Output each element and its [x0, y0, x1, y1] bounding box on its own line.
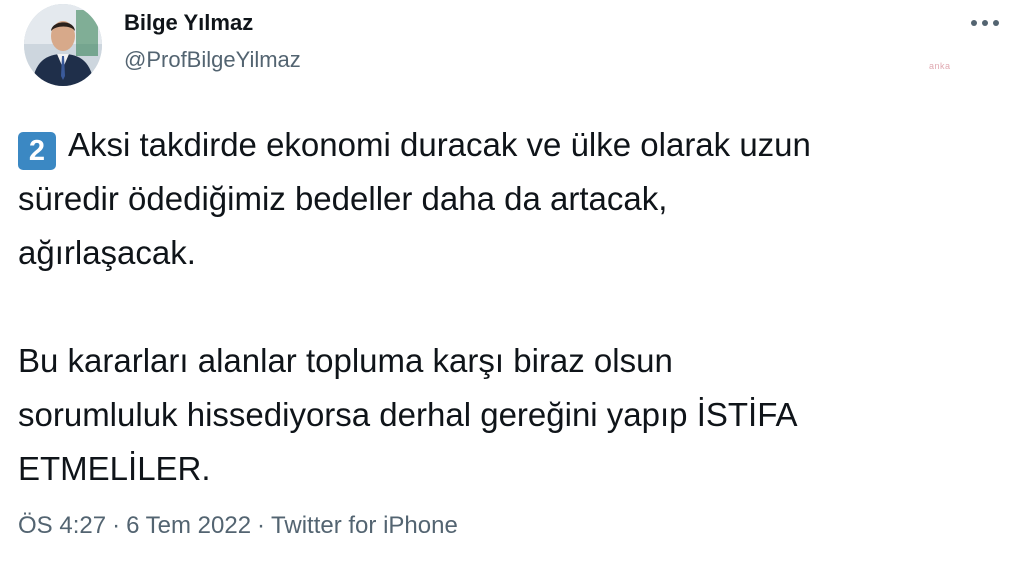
tweet-paragraph: 2 Aksi takdirde ekonomi duracak ve ülke o… — [18, 118, 1008, 280]
more-horizontal-icon-dot — [982, 20, 988, 26]
tweet-card: Bilge Yılmaz @ProfBilgeYilmaz anka 2 Aksi… — [0, 0, 1024, 576]
author-handle[interactable]: @ProfBilgeYilmaz — [124, 47, 301, 73]
tweet-text: 2 Aksi takdirde ekonomi duracak ve ülke o… — [18, 118, 1008, 496]
more-horizontal-icon — [971, 20, 977, 26]
tweet-source[interactable]: Twitter for iPhone — [271, 512, 458, 539]
tweet-paragraph: Bu kararları alanlar topluma karşı biraz… — [18, 334, 1008, 496]
meta-separator: · — [112, 512, 121, 539]
tweet-line-text: Aksi takdirde ekonomi duracak ve ülke ol… — [68, 126, 811, 163]
avatar[interactable] — [24, 4, 102, 86]
meta-separator: · — [257, 512, 266, 539]
tweet-time[interactable]: ÖS 4:27 — [18, 512, 106, 539]
watermark: anka — [929, 61, 951, 71]
more-options-button[interactable] — [962, 8, 1008, 38]
more-horizontal-icon-dot — [993, 20, 999, 26]
tweet-line: süredir ödediğimiz bedeller daha da arta… — [18, 180, 668, 217]
tweet-line: Bu kararları alanlar topluma karşı biraz… — [18, 342, 673, 379]
keycap-two-emoji-icon: 2 — [18, 132, 56, 170]
tweet-meta: ÖS 4:27 · 6 Tem 2022 · Twitter for iPhone — [18, 512, 458, 540]
tweet-line: ETMELİLER. — [18, 450, 211, 487]
tweet-line: 2 Aksi takdirde ekonomi duracak ve ülke o… — [18, 118, 1008, 172]
avatar-photo — [24, 4, 102, 86]
tweet-line: sorumluluk hissediyorsa derhal gereğini … — [18, 396, 798, 433]
author-name[interactable]: Bilge Yılmaz — [124, 10, 253, 36]
tweet-date[interactable]: 6 Tem 2022 — [126, 512, 251, 539]
tweet-line: ağırlaşacak. — [18, 234, 196, 271]
